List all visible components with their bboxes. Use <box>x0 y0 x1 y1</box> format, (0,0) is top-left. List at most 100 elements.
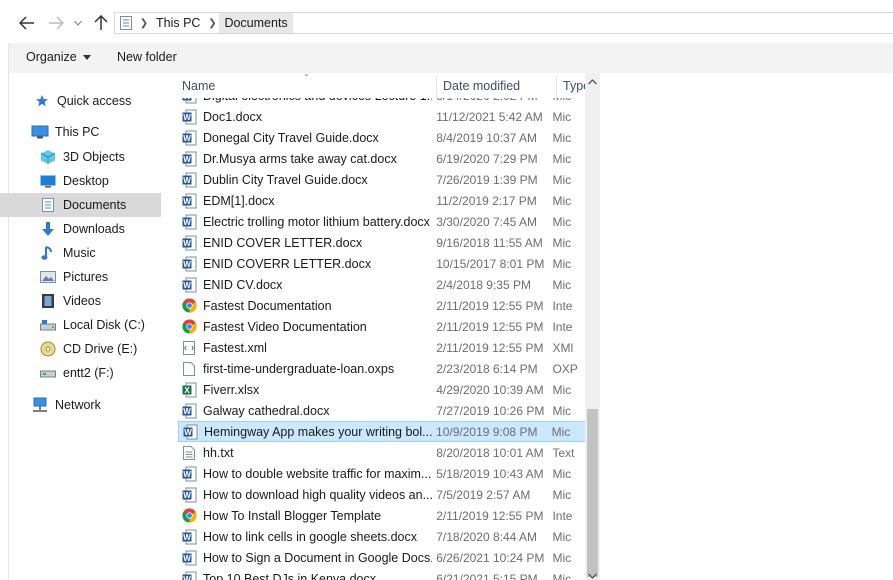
usb-drive-icon <box>39 365 57 381</box>
nav-label: Pictures <box>63 270 109 284</box>
svg-text:W: W <box>183 197 191 206</box>
file-type: Mic <box>552 550 572 565</box>
breadcrumb-this-pc[interactable]: This PC <box>151 13 205 33</box>
file-row[interactable]: W Galway cathedral.docx 7/27/2019 10:26 PM… <box>178 400 587 421</box>
file-row[interactable]: W Electric trolling motor lithium battery… <box>178 211 587 232</box>
nav-item-documents[interactable]: Documents <box>9 193 161 217</box>
file-row[interactable]: first-time-undergraduate-loan.oxps 2/23/2… <box>178 358 587 379</box>
svg-text:W: W <box>183 113 191 122</box>
nav-item-desktop[interactable]: Desktop <box>9 169 161 193</box>
column-divider[interactable] <box>556 75 557 97</box>
file-row[interactable]: W Dr.Musya arms take away cat.docx 6/19/20… <box>178 148 587 169</box>
word-doc-icon: W <box>181 571 197 580</box>
file-row[interactable]: W Hemingway App makes your writing bol...… <box>178 421 587 442</box>
chrome-icon <box>181 298 197 314</box>
column-date-header[interactable]: Date modified <box>443 79 520 97</box>
file-date-modified: 8/20/2018 10:01 AM <box>436 445 544 460</box>
column-name-header[interactable]: Name <box>182 79 215 97</box>
file-type: Inte <box>552 319 573 334</box>
file-row[interactable]: W ENID COVER LETTER.docx 9/16/2018 11:55 A… <box>178 232 587 253</box>
word-doc-icon: W <box>181 235 197 251</box>
forward-button[interactable] <box>46 13 66 33</box>
file-name: Dublin City Travel Guide.docx <box>203 172 368 187</box>
hard-drive-icon <box>39 317 57 333</box>
recent-locations-button[interactable] <box>72 13 84 33</box>
file-name: How to download high quality videos an..… <box>203 487 433 502</box>
file-row[interactable]: X Fiverr.xlsx 4/29/2020 10:39 AM Mic <box>178 379 587 400</box>
file-rows: WDigital electronics and devices Lecture… <box>164 73 600 580</box>
file-row[interactable]: W EDM[1].docx 11/2/2019 2:17 PM Mic <box>178 190 587 211</box>
file-name: Donegal City Travel Guide.docx <box>203 130 379 145</box>
file-date-modified: 3/30/2020 7:45 AM <box>436 214 537 229</box>
file-type: Inte <box>552 508 573 523</box>
file-row[interactable]: W How to link cells in google sheets.docx… <box>178 526 587 547</box>
file-row[interactable]: hh.txt 8/20/2018 10:01 AM Text <box>178 442 587 463</box>
file-row[interactable]: How To Install Blogger Template 2/11/2019… <box>178 505 587 526</box>
file-date-modified: 7/5/2019 2:57 AM <box>436 487 531 502</box>
back-button[interactable] <box>17 13 37 33</box>
organize-button[interactable]: Organize <box>26 50 91 64</box>
file-row[interactable]: W Top 10 Best DJs in Kenya.docx 6/21/2021 … <box>178 568 587 580</box>
nav-label: Network <box>55 398 101 412</box>
word-doc-icon: W <box>181 277 197 293</box>
vertical-scrollbar[interactable] <box>585 73 600 580</box>
file-row[interactable]: W How to download high quality videos an.… <box>178 484 587 505</box>
file-type: OXP <box>552 361 578 376</box>
new-folder-button[interactable]: New folder <box>117 50 177 64</box>
cd-drive-icon <box>39 341 57 357</box>
breadcrumb-documents[interactable]: Documents <box>219 13 293 33</box>
nav-item-network[interactable]: Network <box>9 393 161 417</box>
scroll-up-button[interactable] <box>585 75 600 89</box>
file-type: Mic <box>552 529 572 544</box>
nav-item-cd-drive-e[interactable]: CD Drive (E:) <box>9 337 161 361</box>
back-arrow-icon <box>19 16 34 30</box>
file-row[interactable]: W ENID COVERR LETTER.docx 10/15/2017 8:01 … <box>178 253 587 274</box>
nav-item-pictures[interactable]: Pictures <box>9 265 161 289</box>
column-header: ⌃ Name Date modified Type <box>164 73 600 98</box>
file-row[interactable]: W ENID CV.docx 2/4/2018 9:35 PM Mic <box>178 274 587 295</box>
scroll-thumb[interactable] <box>587 409 598 577</box>
file-name: How to Sign a Document in Google Docs... <box>203 550 433 565</box>
file-row[interactable]: W Donegal City Travel Guide.docx 8/4/2019 … <box>178 127 587 148</box>
file-name: Fastest Video Documentation <box>203 319 367 334</box>
file-row[interactable]: Fastest Documentation 2/11/2019 12:55 PM I… <box>178 295 587 316</box>
nav-item-this-pc[interactable]: This PC <box>9 120 161 144</box>
cube-icon <box>39 149 57 165</box>
nav-item-local-disk-c[interactable]: Local Disk (C:) <box>9 313 161 337</box>
window-left-edge <box>0 43 9 580</box>
up-button[interactable] <box>91 13 111 33</box>
file-type: Text <box>552 445 575 460</box>
file-row[interactable]: W How to double website traffic for maxim… <box>178 463 587 484</box>
file-date-modified: 6/21/2021 5:15 PM <box>436 571 538 580</box>
address-bar[interactable]: ❯ This PC ❯ Documents <box>114 12 893 34</box>
word-doc-icon: W <box>181 487 197 503</box>
file-name: Fastest Documentation <box>203 298 332 313</box>
nav-item-entt2-f[interactable]: entt2 (F:) <box>9 361 161 385</box>
nav-label: Downloads <box>63 222 125 236</box>
file-type: Mic <box>552 466 572 481</box>
word-doc-icon: W <box>181 256 197 272</box>
file-row[interactable]: Fastest.xml 2/11/2019 12:55 PM XMl <box>178 337 587 358</box>
document-icon <box>39 197 57 213</box>
scroll-down-button[interactable] <box>585 572 600 580</box>
file-row[interactable]: W How to Sign a Document in Google Docs..… <box>178 547 587 568</box>
nav-item-quick-access[interactable]: Quick access <box>9 89 161 113</box>
nav-item-3d-objects[interactable]: 3D Objects <box>9 145 161 169</box>
blank-file-icon <box>181 361 197 377</box>
xml-file-icon <box>181 340 197 356</box>
organize-label: Organize <box>26 50 77 64</box>
file-date-modified: 6/19/2020 7:29 PM <box>436 151 538 166</box>
nav-label: This PC <box>55 125 100 139</box>
svg-text:W: W <box>183 260 191 269</box>
nav-item-downloads[interactable]: Downloads <box>9 217 161 241</box>
file-row[interactable]: W Dublin City Travel Guide.docx 7/26/2019 … <box>178 169 587 190</box>
chrome-icon <box>181 508 197 524</box>
svg-text:W: W <box>183 533 191 542</box>
nav-item-music[interactable]: Music <box>9 241 161 265</box>
excel-icon: X <box>181 382 197 398</box>
file-row[interactable]: Fastest Video Documentation 2/11/2019 12:… <box>178 316 587 337</box>
file-row[interactable]: W Doc1.docx 11/12/2021 5:42 AM Mic <box>178 106 587 127</box>
file-name: Fastest.xml <box>203 340 267 355</box>
nav-item-videos[interactable]: Videos <box>9 289 161 313</box>
column-divider[interactable] <box>436 75 437 97</box>
